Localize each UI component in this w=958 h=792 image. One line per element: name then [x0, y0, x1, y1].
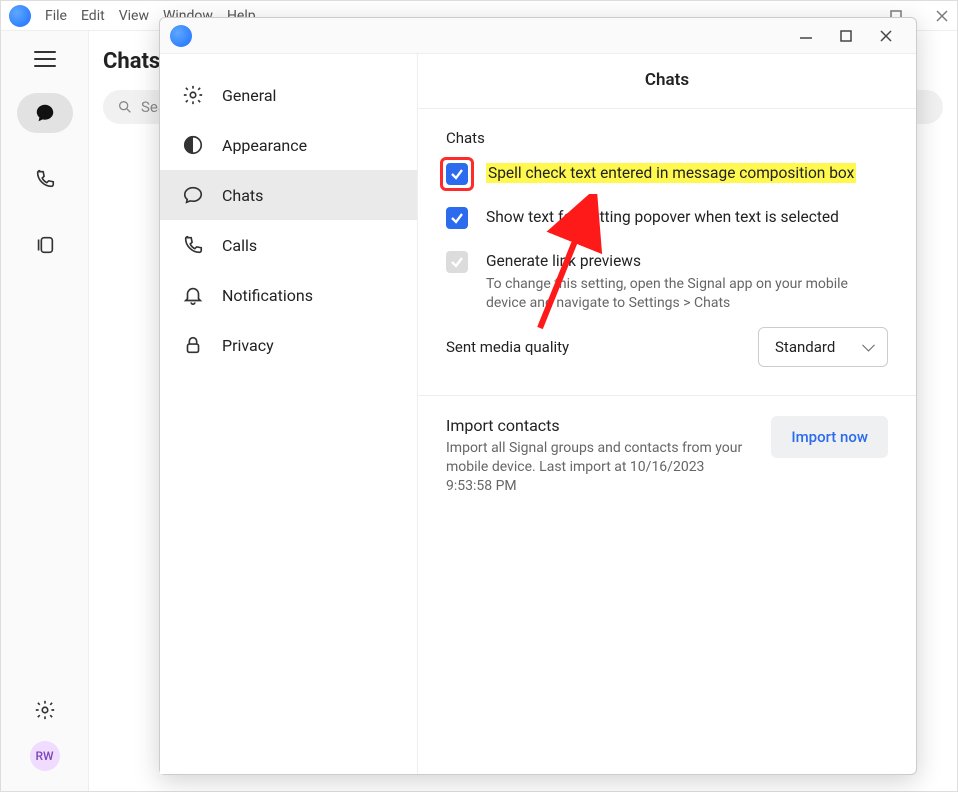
rail-stories-button[interactable]	[17, 225, 73, 265]
nav-general-label: General	[222, 86, 276, 105]
linkpreview-checkbox	[446, 251, 468, 273]
nav-rail: RW	[1, 31, 89, 791]
linkpreview-sub: To change this setting, open the Signal …	[486, 275, 888, 313]
nav-chats[interactable]: Chats	[160, 170, 417, 220]
annotation-highlight-box	[440, 157, 474, 191]
settings-close-button[interactable]	[866, 21, 906, 51]
linkpreview-label: Generate link previews	[486, 251, 888, 271]
menu-file[interactable]: File	[45, 8, 67, 24]
settings-header: Chats	[418, 54, 916, 109]
settings-maximize-button[interactable]	[826, 21, 866, 51]
check-icon	[450, 211, 464, 225]
settings-gear-icon[interactable]	[34, 699, 56, 721]
app-logo-icon	[170, 25, 192, 47]
search-icon	[117, 99, 133, 115]
chat-bubble-icon	[34, 102, 56, 124]
nav-notifications[interactable]: Notifications	[160, 270, 417, 320]
spellcheck-checkbox[interactable]	[446, 163, 468, 185]
app-logo-icon	[9, 5, 31, 27]
settings-content: Chats Chats Spell check text entered in …	[418, 54, 916, 774]
bell-icon	[182, 284, 204, 306]
gear-icon	[182, 84, 204, 106]
main-window: File Edit View Window Help RW	[0, 0, 958, 792]
import-sub: Import all Signal groups and contacts fr…	[446, 439, 745, 496]
formatting-row: Show text formatting popover when text i…	[446, 207, 888, 229]
import-now-button[interactable]: Import now	[771, 416, 888, 458]
media-quality-row: Sent media quality Standard	[446, 327, 888, 367]
nav-notifications-label: Notifications	[222, 286, 313, 305]
settings-titlebar	[160, 18, 916, 54]
nav-appearance[interactable]: Appearance	[160, 120, 417, 170]
formatting-checkbox[interactable]	[446, 207, 468, 229]
chats-section: Chats Spell check text entered in messag…	[418, 109, 916, 396]
settings-window: General Appearance Chats Calls Notificat…	[159, 17, 917, 775]
nav-privacy-label: Privacy	[222, 336, 274, 355]
spellcheck-label: Spell check text entered in message comp…	[486, 163, 856, 183]
lock-icon	[182, 334, 204, 356]
chats-section-title: Chats	[446, 129, 888, 147]
settings-nav: General Appearance Chats Calls Notificat…	[160, 54, 418, 774]
phone-icon	[182, 234, 204, 256]
window-close-icon[interactable]	[935, 9, 949, 23]
nav-appearance-label: Appearance	[222, 136, 307, 155]
spellcheck-row: Spell check text entered in message comp…	[446, 163, 888, 185]
chat-icon	[182, 184, 204, 206]
rail-calls-button[interactable]	[17, 159, 73, 199]
linkpreview-row: Generate link previews To change this se…	[446, 251, 888, 313]
menu-edit[interactable]: Edit	[81, 8, 105, 24]
nav-chats-label: Chats	[222, 186, 263, 205]
appearance-icon	[182, 134, 204, 156]
stories-icon	[34, 234, 56, 256]
nav-privacy[interactable]: Privacy	[160, 320, 417, 370]
import-section: Import contacts Import all Signal groups…	[418, 396, 916, 524]
hamburger-icon[interactable]	[34, 51, 56, 67]
check-icon	[450, 255, 464, 269]
media-quality-select[interactable]: Standard	[758, 327, 888, 367]
settings-minimize-button[interactable]	[786, 21, 826, 51]
phone-icon	[34, 168, 56, 190]
media-quality-label: Sent media quality	[446, 338, 569, 356]
menu-view[interactable]: View	[119, 8, 149, 24]
check-icon	[450, 167, 464, 181]
nav-calls[interactable]: Calls	[160, 220, 417, 270]
formatting-label: Show text formatting popover when text i…	[486, 207, 839, 227]
rail-chats-button[interactable]	[17, 93, 73, 133]
avatar[interactable]: RW	[30, 741, 60, 771]
nav-calls-label: Calls	[222, 236, 257, 255]
import-title: Import contacts	[446, 416, 745, 435]
nav-general[interactable]: General	[160, 70, 417, 120]
